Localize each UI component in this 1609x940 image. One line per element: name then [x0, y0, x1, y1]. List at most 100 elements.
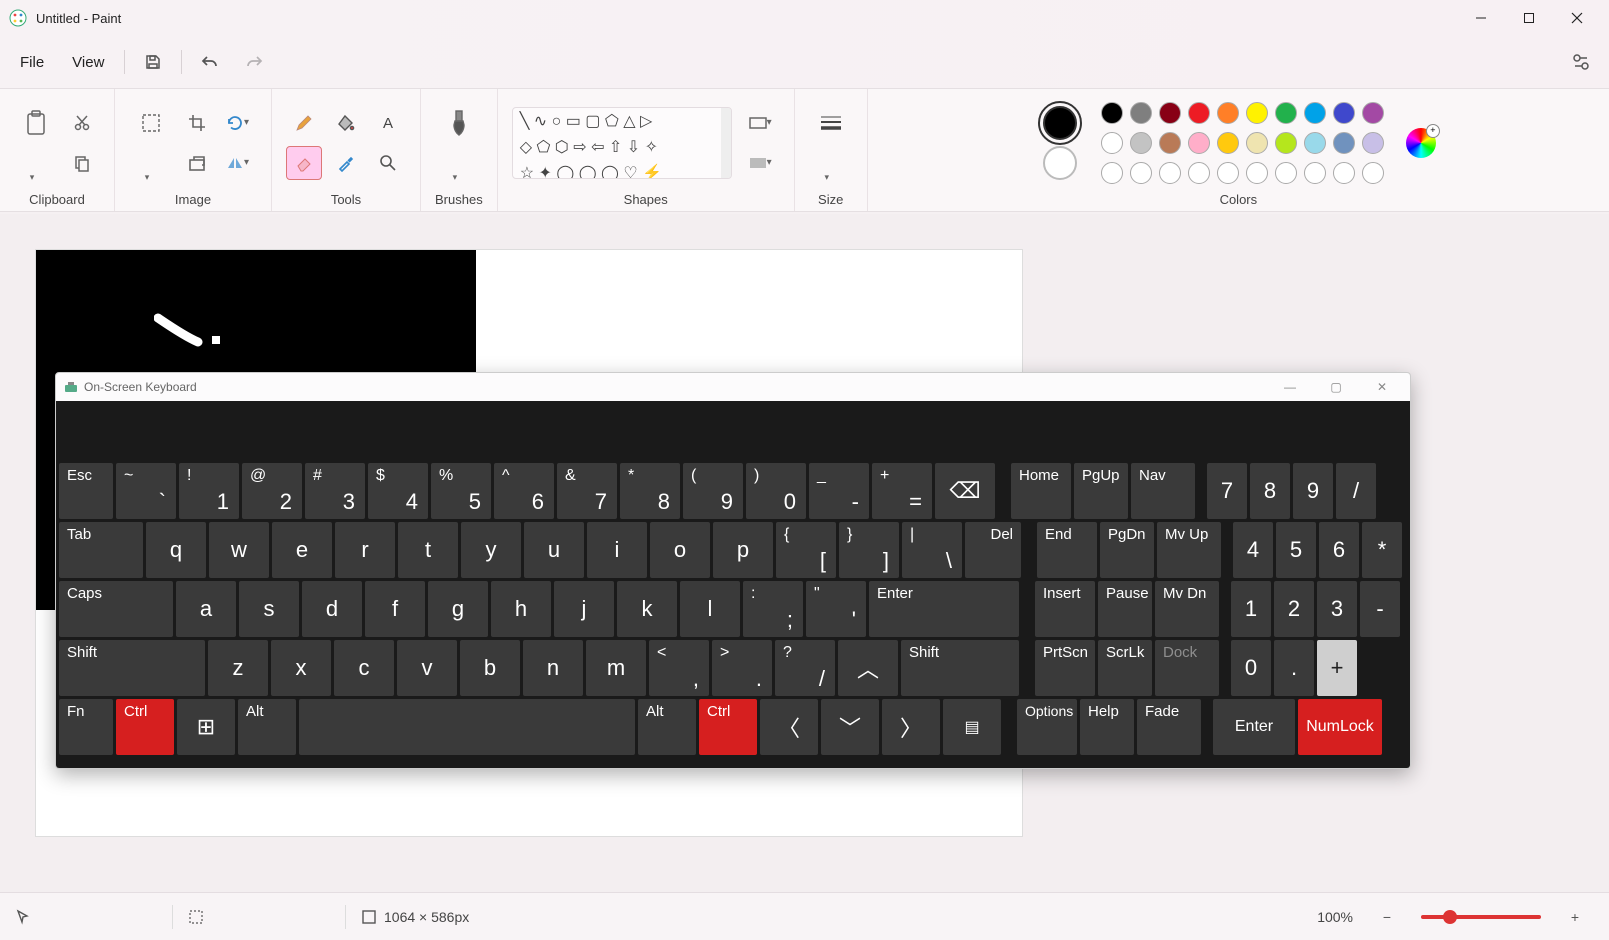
fill-tool[interactable]	[328, 106, 364, 140]
key-k[interactable]: k	[617, 581, 677, 637]
osk-maximize-button[interactable]: ▢	[1316, 373, 1356, 401]
key-insert[interactable]: Insert	[1035, 581, 1095, 637]
color-swatch[interactable]	[1304, 132, 1326, 154]
key-fade[interactable]: Fade	[1137, 699, 1201, 755]
menu-view[interactable]: View	[60, 48, 116, 77]
key-l[interactable]: l	[680, 581, 740, 637]
osk-titlebar[interactable]: On-Screen Keyboard — ▢ ✕	[56, 373, 1410, 401]
shape-fill-button[interactable]: ▾	[744, 146, 780, 180]
key-minus[interactable]: _-	[809, 463, 869, 519]
color-swatch[interactable]	[1101, 162, 1123, 184]
key-ctrl-right[interactable]: Ctrl	[699, 699, 757, 755]
rotate-button[interactable]: ▾	[221, 106, 257, 140]
numkey-multiply[interactable]: *	[1362, 522, 1402, 578]
key-backspace[interactable]: ⌫	[935, 463, 995, 519]
key-2[interactable]: @2	[242, 463, 302, 519]
key-u[interactable]: u	[524, 522, 584, 578]
zoom-slider[interactable]	[1421, 915, 1541, 919]
key-comma[interactable]: <,	[649, 640, 709, 696]
paste-button[interactable]	[14, 101, 58, 145]
key-menu[interactable]: ▤	[943, 699, 1001, 755]
crop-button[interactable]	[179, 106, 215, 140]
key-numlock[interactable]: NumLock	[1298, 699, 1382, 755]
select-dropdown[interactable]: ▾	[129, 151, 165, 185]
key-up[interactable]: ︿	[838, 640, 898, 696]
numkey-3[interactable]: 3	[1317, 581, 1357, 637]
zoom-out-button[interactable]: −	[1369, 900, 1405, 934]
key-bracket-left[interactable]: {[	[776, 522, 836, 578]
key-b[interactable]: b	[460, 640, 520, 696]
color-swatch[interactable]	[1159, 132, 1181, 154]
key-del[interactable]: Del	[965, 522, 1021, 578]
numkey-subtract[interactable]: -	[1360, 581, 1400, 637]
key-9[interactable]: (9	[683, 463, 743, 519]
key-prtscn[interactable]: PrtScn	[1035, 640, 1095, 696]
key-j[interactable]: j	[554, 581, 614, 637]
key-home[interactable]: Home	[1011, 463, 1071, 519]
color-swatch[interactable]	[1217, 102, 1239, 124]
key-s[interactable]: s	[239, 581, 299, 637]
key-backslash[interactable]: |\	[902, 522, 962, 578]
key-semicolon[interactable]: :;	[743, 581, 803, 637]
color-swatch[interactable]	[1333, 102, 1355, 124]
key-options[interactable]: Options	[1017, 699, 1077, 755]
key-enter[interactable]: Enter	[869, 581, 1019, 637]
key-t[interactable]: t	[398, 522, 458, 578]
close-button[interactable]	[1553, 0, 1601, 36]
key-help[interactable]: Help	[1080, 699, 1134, 755]
maximize-button[interactable]	[1505, 0, 1553, 36]
key-4[interactable]: $4	[368, 463, 428, 519]
numkey-5[interactable]: 5	[1276, 522, 1316, 578]
paste-dropdown[interactable]: ▾	[14, 151, 50, 185]
color-swatch[interactable]	[1304, 102, 1326, 124]
redo-button[interactable]	[234, 42, 274, 82]
key-a[interactable]: a	[176, 581, 236, 637]
key-pause[interactable]: Pause	[1098, 581, 1152, 637]
key-right[interactable]: 〉	[882, 699, 940, 755]
flip-button[interactable]: ▾	[221, 146, 257, 180]
key-x[interactable]: x	[271, 640, 331, 696]
key-d[interactable]: d	[302, 581, 362, 637]
color-swatch[interactable]	[1304, 162, 1326, 184]
key-alt-left[interactable]: Alt	[238, 699, 296, 755]
key-7[interactable]: &7	[557, 463, 617, 519]
key-scrlk[interactable]: ScrLk	[1098, 640, 1152, 696]
key-equals[interactable]: +=	[872, 463, 932, 519]
color-swatch[interactable]	[1188, 132, 1210, 154]
key-f[interactable]: f	[365, 581, 425, 637]
color-swatch[interactable]	[1130, 132, 1152, 154]
color-swatch[interactable]	[1362, 132, 1384, 154]
eraser-tool[interactable]	[286, 146, 322, 180]
key-shift-right[interactable]: Shift	[901, 640, 1019, 696]
numkey-4[interactable]: 4	[1233, 522, 1273, 578]
key-ctrl-left[interactable]: Ctrl	[116, 699, 174, 755]
key-8[interactable]: *8	[620, 463, 680, 519]
osk-close-button[interactable]: ✕	[1362, 373, 1402, 401]
key-shift-left[interactable]: Shift	[59, 640, 205, 696]
menu-file[interactable]: File	[8, 48, 56, 77]
key-space[interactable]	[299, 699, 635, 755]
key-i[interactable]: i	[587, 522, 647, 578]
numkey-decimal[interactable]: .	[1274, 640, 1314, 696]
numkey-1[interactable]: 1	[1231, 581, 1271, 637]
numkey-8[interactable]: 8	[1250, 463, 1290, 519]
key-p[interactable]: p	[713, 522, 773, 578]
key-pgup[interactable]: PgUp	[1074, 463, 1128, 519]
key-y[interactable]: y	[461, 522, 521, 578]
key-caps[interactable]: Caps	[59, 581, 173, 637]
magnifier-tool[interactable]	[370, 146, 406, 180]
numkey-divide[interactable]: /	[1336, 463, 1376, 519]
key-left[interactable]: 〈	[760, 699, 818, 755]
osk-minimize-button[interactable]: —	[1270, 373, 1310, 401]
color-swatch[interactable]	[1217, 132, 1239, 154]
color-swatch[interactable]	[1188, 102, 1210, 124]
color2-swatch[interactable]	[1043, 146, 1077, 180]
shape-outline-button[interactable]: ▾	[744, 106, 780, 140]
numkey-0[interactable]: 0	[1231, 640, 1271, 696]
key-tab[interactable]: Tab	[59, 522, 143, 578]
color-swatch[interactable]	[1130, 162, 1152, 184]
key-v[interactable]: v	[397, 640, 457, 696]
color-swatch[interactable]	[1159, 162, 1181, 184]
key-mvup[interactable]: Mv Up	[1157, 522, 1221, 578]
color1-swatch[interactable]	[1043, 106, 1077, 140]
